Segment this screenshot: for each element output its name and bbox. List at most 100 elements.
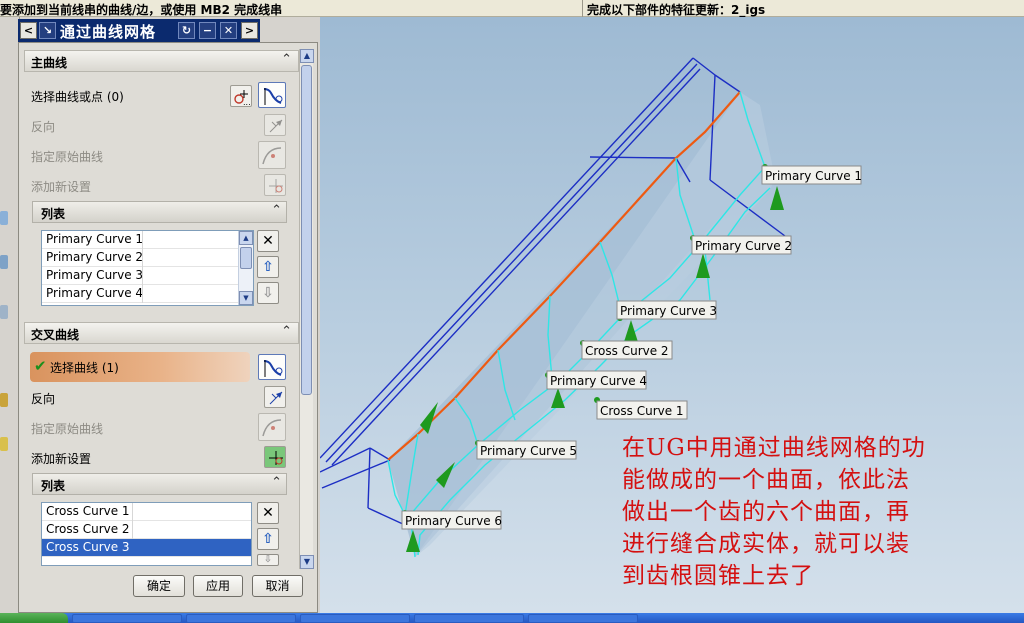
taskbar-item[interactable] <box>414 614 524 623</box>
cross-specify-origin-label: 指定原始曲线 <box>31 422 104 436</box>
add-set-icon <box>269 179 283 193</box>
list-scrollbar[interactable]: ▲ ▼ <box>238 231 253 305</box>
reverse-direction-icon <box>269 119 283 133</box>
ok-button[interactable]: 确定 <box>133 575 185 597</box>
label-primary-curve-3: Primary Curve 3 <box>620 304 717 318</box>
cross-list-title: 列表 <box>41 479 66 493</box>
list-item[interactable]: Cross Curve 2 <box>42 521 251 539</box>
label-primary-curve-5: Primary Curve 5 <box>480 444 577 458</box>
annotation-line: 到齿根圆锥上去了 <box>622 563 814 589</box>
annotation-line: 进行缝合成实体，就可以装 <box>622 531 910 557</box>
cross-curves-header[interactable]: 交叉曲线 ⌃ <box>24 322 299 344</box>
scroll-up-icon[interactable]: ▲ <box>300 49 314 63</box>
check-icon: ✔ <box>34 357 47 375</box>
primary-curves-title: 主曲线 <box>31 56 68 70</box>
label-primary-curve-4: Primary Curve 4 <box>550 374 647 388</box>
svg-text:...: ... <box>243 98 251 107</box>
resource-tab-icon[interactable] <box>0 211 8 225</box>
primary-list-title: 列表 <box>41 207 66 221</box>
resource-tab-icon[interactable] <box>0 393 8 407</box>
chevron-up-icon[interactable]: ⌃ <box>281 52 292 67</box>
scroll-down-icon[interactable]: ▼ <box>239 291 253 305</box>
cross-specify-origin-button[interactable] <box>258 413 286 441</box>
status-line-text: 完成以下部件的特征更新：2_igs <box>587 3 766 17</box>
list-item[interactable]: Cross Curve 1 <box>42 503 251 521</box>
taskbar-item[interactable] <box>528 614 638 623</box>
reverse-direction-icon <box>269 391 283 405</box>
annotation-text: 在UG中用通过曲线网格的功 能做成的一个曲面，依此法 做出一个齿的六个曲面，再 … <box>622 432 1002 592</box>
minimize-button[interactable]: − <box>199 22 216 39</box>
resource-tab-icon[interactable] <box>0 255 8 269</box>
label-cross-curve-2: Cross Curve 2 <box>585 344 669 358</box>
select-cross-curve-button[interactable] <box>258 354 286 380</box>
curve-select-icon <box>263 360 283 377</box>
cross-reverse-button[interactable] <box>264 386 286 408</box>
annotation-line: 做出一个齿的六个曲面，再 <box>622 499 910 525</box>
move-down-button[interactable]: ⇩ <box>257 282 279 304</box>
collapse-right-button[interactable]: > <box>241 22 258 39</box>
primary-curve-list[interactable]: Primary Curve 1 Primary Curve 2 Primary … <box>41 230 254 306</box>
remove-item-button[interactable]: ✕ <box>257 230 279 252</box>
label-primary-curve-1: Primary Curve 1 <box>765 169 862 183</box>
chevron-up-icon[interactable]: ⌃ <box>271 475 282 490</box>
list-item[interactable]: Primary Curve 2 <box>42 249 253 267</box>
dialog-icon: ↘ <box>39 22 56 39</box>
add-new-set-label: 添加新设置 <box>31 180 92 194</box>
cross-reverse-label: 反向 <box>31 392 56 406</box>
move-up-button[interactable]: ⇧ <box>257 256 279 278</box>
cross-list-header[interactable]: 列表 ⌃ <box>32 473 287 495</box>
select-cross-curve-row[interactable]: ✔ 选择曲线 (1) <box>30 352 250 382</box>
resource-tab-icon[interactable] <box>0 305 8 319</box>
label-cross-curve-1: Cross Curve 1 <box>600 404 684 418</box>
dialog-scrollbar[interactable]: ▲ ▼ <box>299 49 314 569</box>
annotation-line: 在UG中用通过曲线网格的功 <box>622 435 926 461</box>
reset-button[interactable]: ↻ <box>178 22 195 39</box>
taskbar-item[interactable] <box>72 614 182 623</box>
resource-bar <box>0 17 20 613</box>
remove-item-button[interactable]: ✕ <box>257 502 279 524</box>
move-down-button[interactable]: ⇩ <box>257 554 279 566</box>
cue-line-text: 要添加到当前线串的曲线/边，或使用 MB2 完成线串 <box>0 3 283 17</box>
annotation-line: 能做成的一个曲面，依此法 <box>622 467 910 493</box>
start-button[interactable] <box>0 613 68 623</box>
cross-add-new-set-label: 添加新设置 <box>31 452 92 466</box>
primary-curves-header[interactable]: 主曲线 ⌃ <box>24 50 299 72</box>
dialog-title-bar[interactable]: < ↘ 通过曲线网格 ↻ − ✕ > <box>18 19 260 42</box>
resource-tab-icon[interactable] <box>0 437 8 451</box>
scroll-up-icon[interactable]: ▲ <box>239 231 253 245</box>
label-primary-curve-2: Primary Curve 2 <box>695 239 792 253</box>
cross-curve-list[interactable]: Cross Curve 1 Cross Curve 2 Cross Curve … <box>41 502 252 566</box>
point-dialog-button[interactable]: ... <box>230 85 252 107</box>
origin-curve-icon <box>262 419 282 437</box>
origin-curve-icon <box>262 147 282 165</box>
list-item[interactable]: Primary Curve 3 <box>42 267 253 285</box>
add-new-set-button[interactable] <box>264 174 286 196</box>
cross-add-new-set-button[interactable] <box>264 446 286 468</box>
chevron-up-icon[interactable]: ⌃ <box>281 324 292 339</box>
scroll-down-icon[interactable]: ▼ <box>300 555 314 569</box>
move-up-button[interactable]: ⇧ <box>257 528 279 550</box>
taskbar-item[interactable] <box>186 614 296 623</box>
taskbar <box>0 613 1024 623</box>
list-item-selected[interactable]: Cross Curve 3 <box>42 539 251 557</box>
dialog-title: 通过曲线网格 <box>60 23 157 41</box>
collapse-left-button[interactable]: < <box>20 22 37 39</box>
specify-origin-button[interactable] <box>258 141 286 169</box>
scroll-thumb[interactable] <box>301 65 312 395</box>
taskbar-item[interactable] <box>300 614 410 623</box>
select-curve-label: 选择曲线或点 (0) <box>31 90 124 104</box>
cue-line-bar: 要添加到当前线串的曲线/边，或使用 MB2 完成线串 完成以下部件的特征更新：2… <box>0 0 1024 17</box>
list-item[interactable]: Primary Curve 4 <box>42 285 253 303</box>
scroll-thumb[interactable] <box>240 247 252 269</box>
close-button[interactable]: ✕ <box>220 22 237 39</box>
curve-select-icon <box>263 88 283 105</box>
cue-divider <box>582 0 583 17</box>
apply-button[interactable]: 应用 <box>193 575 243 597</box>
cancel-button[interactable]: 取消 <box>252 575 303 597</box>
list-item[interactable]: Primary Curve 1 <box>42 231 253 249</box>
select-curve-button[interactable] <box>258 82 286 108</box>
chevron-up-icon[interactable]: ⌃ <box>271 203 282 218</box>
reverse-direction-button[interactable] <box>264 114 286 136</box>
primary-list-header[interactable]: 列表 ⌃ <box>32 201 287 223</box>
specify-origin-label: 指定原始曲线 <box>31 150 104 164</box>
